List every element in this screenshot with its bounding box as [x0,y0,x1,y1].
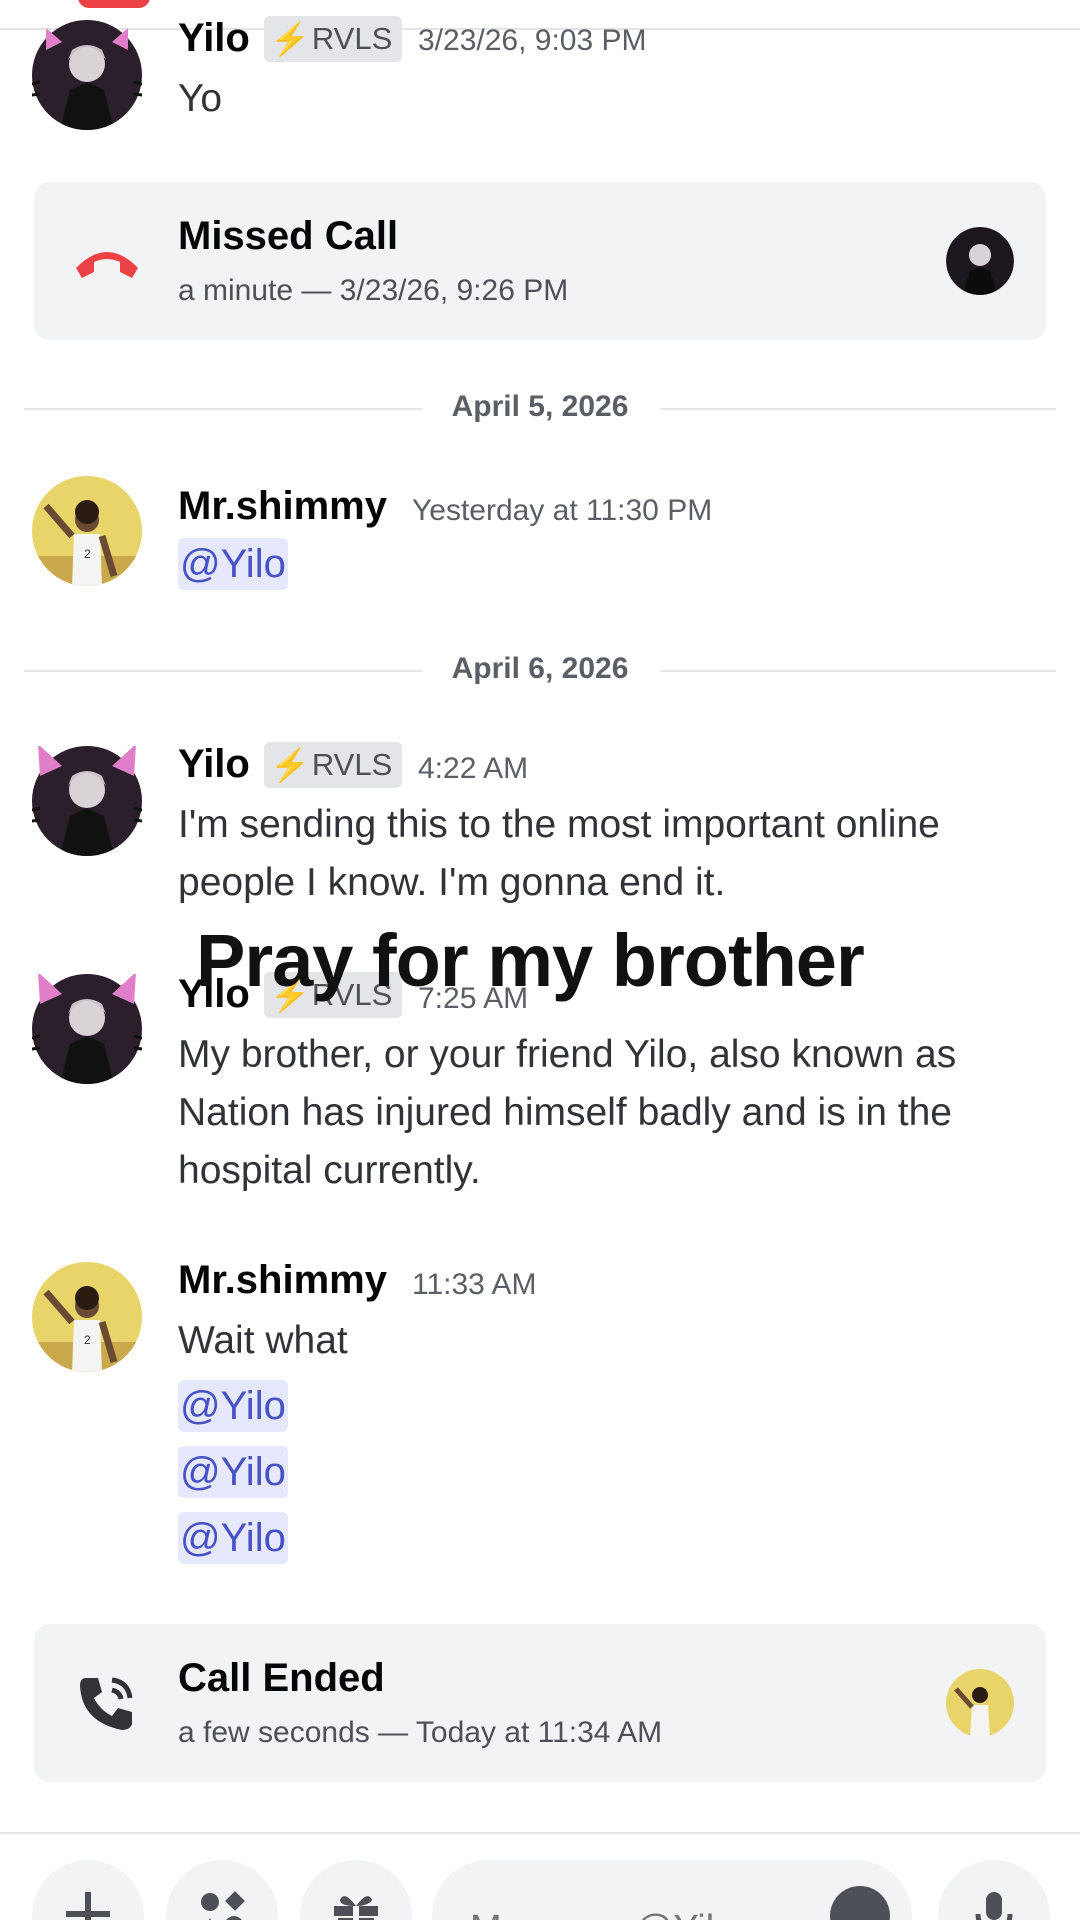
avatar-mrshimmy[interactable]: 2 [32,476,142,586]
message-timestamp: 4:22 AM [418,752,529,785]
call-title: Missed Call [178,214,399,258]
user-mention[interactable]: @Yilo [178,538,288,590]
author-name[interactable]: Mr.shimmy [178,1258,387,1303]
avatar-mrshimmy[interactable]: 2 [32,1262,142,1372]
user-mention[interactable]: @Yilo [178,1380,288,1432]
add-attachment-button[interactable] [32,1860,144,1920]
message-timestamp: 3/23/26, 9:03 PM [418,24,647,57]
lightning-bolt-icon: ⚡ [270,21,310,57]
author-name[interactable]: Mr.shimmy [178,484,387,529]
apps-icon [201,1891,245,1920]
caller-avatar [946,227,1014,295]
user-mention[interactable]: @Yilo [178,1446,288,1498]
badge-label: RVLS [311,747,393,782]
lightning-bolt-icon: ⚡ [270,747,310,783]
caller-avatar [946,1669,1014,1737]
badge-label: RVLS [311,21,393,56]
video-caption-overlay: Pray for my brother [196,919,865,1002]
svg-text:2: 2 [84,547,91,561]
missed-call-card[interactable]: Missed Call a minute — 3/23/26, 9:26 PM [34,182,1046,340]
avatar-yilo[interactable] [32,974,142,1084]
dm-chat-screen: Yilo ⚡ RVLS 3/23/26, 9:03 PM Yo Missed C… [0,0,1080,1920]
microphone-icon [975,1892,1013,1920]
date-divider: April 6, 2026 [24,650,1056,690]
message-timestamp: Yesterday at 11:30 PM [412,494,713,527]
message-text: Yo [178,77,223,120]
user-mention[interactable]: @Yilo [178,1512,288,1564]
date-divider-label: April 6, 2026 [451,652,629,685]
message-text: I'm sending this to the most important o… [178,803,940,904]
call-subtitle: a minute — 3/23/26, 9:26 PM [178,274,569,307]
call-subtitle: a few seconds — Today at 11:34 AM [178,1716,663,1749]
gift-icon [334,1896,378,1920]
notification-pill [78,0,150,8]
author-name[interactable]: Yilo [178,16,250,61]
server-tag-badge[interactable]: ⚡ RVLS [264,16,403,62]
message-timestamp: 11:33 AM [412,1268,537,1301]
gift-button[interactable] [300,1860,412,1920]
date-divider-label: April 5, 2026 [451,390,629,423]
voice-message-button[interactable] [938,1860,1050,1920]
call-ended-card[interactable]: Call Ended a few seconds — Today at 11:3… [34,1624,1046,1782]
date-divider: April 5, 2026 [24,388,1056,428]
message-composer-bar [0,1832,1080,1920]
svg-text:2: 2 [84,1333,91,1347]
avatar-yilo[interactable] [32,746,142,856]
server-tag-badge[interactable]: ⚡ RVLS [264,742,403,788]
apps-button[interactable] [166,1860,278,1920]
phone-call-icon [72,1668,142,1738]
avatar-yilo[interactable] [32,20,142,130]
author-name[interactable]: Yilo [178,742,250,787]
plus-icon [66,1892,110,1920]
call-title: Call Ended [178,1656,385,1700]
message-text: My brother, or your friend Yilo, also kn… [178,1033,957,1192]
phone-hangup-icon [72,226,142,296]
message-text: Wait what [178,1319,348,1362]
